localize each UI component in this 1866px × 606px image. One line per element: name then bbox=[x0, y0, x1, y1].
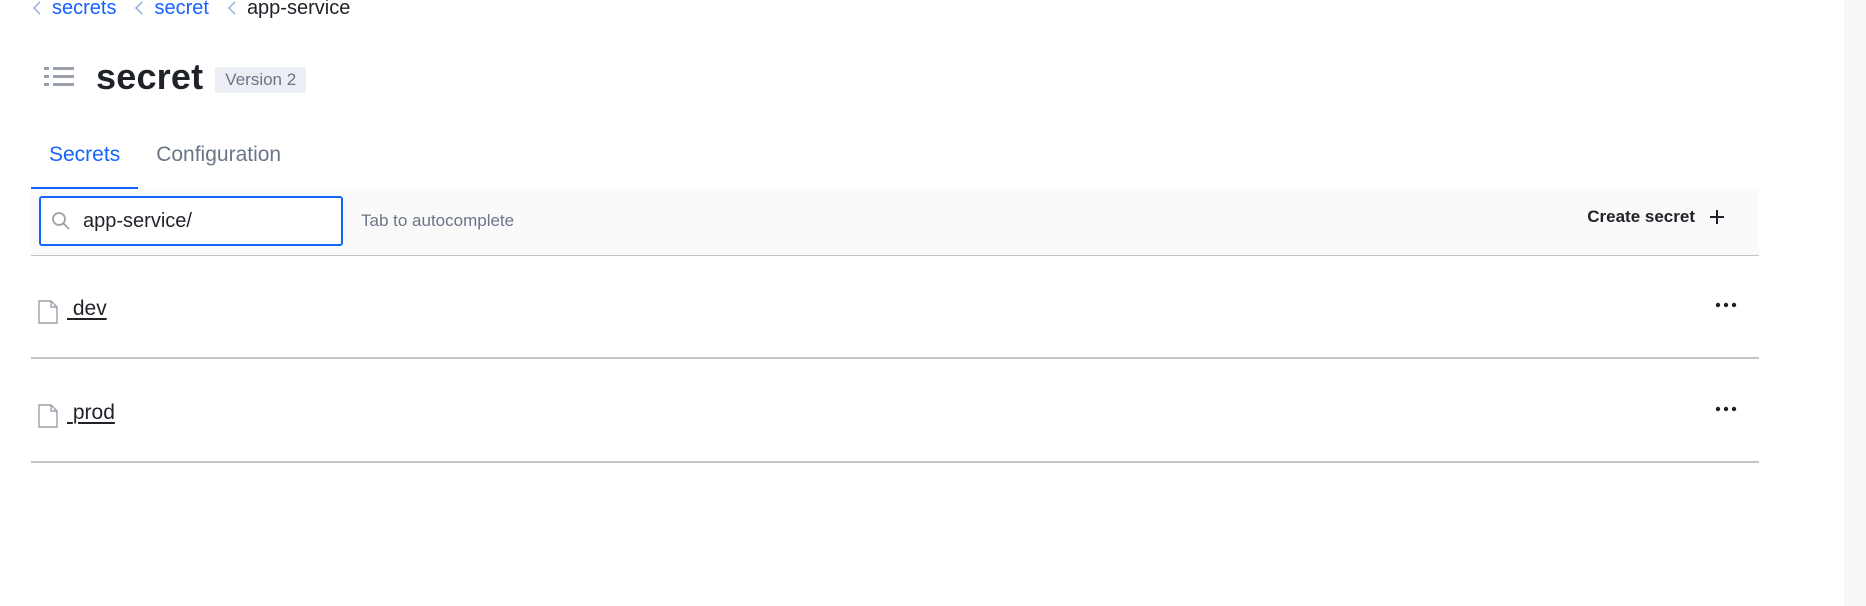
create-secret-button[interactable]: Create secret bbox=[1587, 207, 1725, 227]
breadcrumb: secrets secret app-service bbox=[30, 0, 366, 20]
chevron-left-icon bbox=[32, 1, 41, 15]
file-icon bbox=[38, 404, 58, 428]
tab-secrets[interactable]: Secrets bbox=[31, 133, 139, 190]
breadcrumb-item-secrets[interactable]: secrets bbox=[30, 0, 116, 20]
page-header: secret Version 2 bbox=[44, 56, 307, 98]
secret-link-prod[interactable]: prod bbox=[67, 401, 115, 425]
list-icon bbox=[44, 67, 74, 86]
tab-configuration[interactable]: Configuration bbox=[138, 133, 299, 189]
autocomplete-hint: Tab to autocomplete bbox=[361, 211, 515, 230]
breadcrumb-link[interactable]: secrets bbox=[52, 0, 116, 20]
file-icon bbox=[38, 300, 58, 324]
secret-list: dev prod bbox=[31, 255, 1759, 463]
toolbar: Tab to autocomplete Create secret bbox=[31, 189, 1759, 256]
plus-icon bbox=[1710, 210, 1724, 224]
secret-link-dev[interactable]: dev bbox=[67, 297, 107, 321]
tab-bar: Secrets Configuration bbox=[31, 133, 1759, 190]
breadcrumb-item-current: app-service bbox=[225, 0, 350, 20]
search-input[interactable] bbox=[81, 208, 335, 234]
list-item[interactable]: dev bbox=[31, 255, 1759, 359]
more-options-icon[interactable] bbox=[1715, 404, 1737, 414]
breadcrumb-current-label: app-service bbox=[246, 0, 351, 19]
breadcrumb-link[interactable]: secret bbox=[154, 0, 208, 20]
chevron-left-icon bbox=[135, 1, 144, 15]
search-icon bbox=[52, 212, 70, 230]
create-secret-label: Create secret bbox=[1587, 207, 1695, 226]
search-field[interactable] bbox=[39, 196, 343, 246]
chevron-left-icon bbox=[227, 1, 236, 15]
version-badge: Version 2 bbox=[215, 67, 307, 93]
page-title: secret bbox=[96, 56, 204, 97]
breadcrumb-item-secret[interactable]: secret bbox=[132, 0, 209, 20]
more-options-icon[interactable] bbox=[1715, 300, 1737, 310]
list-item[interactable]: prod bbox=[31, 359, 1759, 463]
scrollbar-track[interactable] bbox=[1844, 0, 1866, 606]
